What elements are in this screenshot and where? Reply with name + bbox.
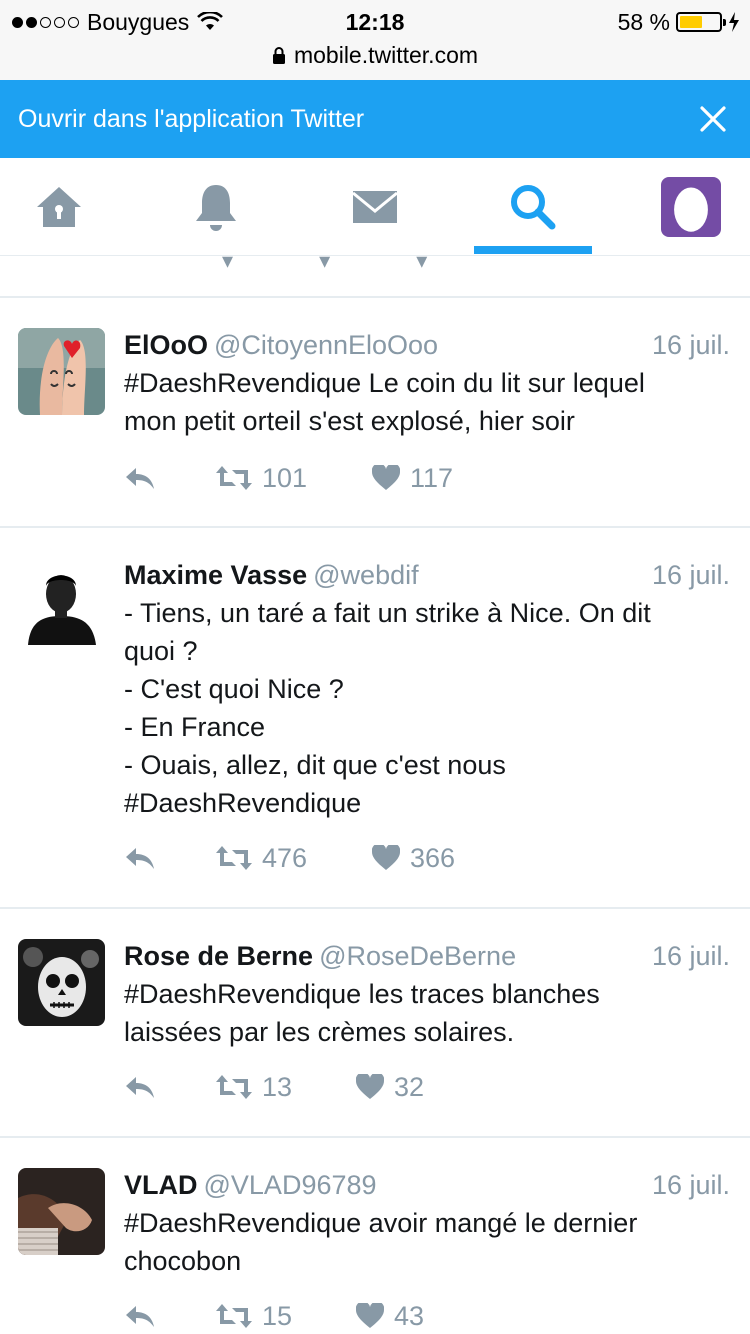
nav-search[interactable] [474, 158, 592, 256]
retweet-button[interactable]: 15 [216, 1298, 292, 1334]
user-handle[interactable]: @RoseDeBerne [319, 941, 516, 971]
tweet-date[interactable]: 16 juil. [652, 1168, 730, 1202]
user-name[interactable]: Maxime Vasse [124, 560, 307, 590]
charging-bolt-icon [729, 12, 739, 32]
avatar[interactable] [18, 1168, 105, 1255]
heart-icon [372, 465, 400, 490]
retweet-icon [216, 1304, 252, 1328]
like-button[interactable]: 32 [356, 1069, 424, 1105]
open-in-app-link[interactable]: Ouvrir dans l'application Twitter [18, 80, 364, 158]
user-name[interactable]: Rose de Berne [124, 941, 313, 971]
tweet[interactable]: Rose de Berne @RoseDeBerne 16 juil. #Daes… [0, 909, 750, 1138]
reply-button[interactable] [124, 840, 156, 876]
retweet-button[interactable]: 101 [216, 460, 307, 496]
tweet-text: #DaeshRevendique les traces blanches lai… [124, 979, 600, 1047]
nav-notifications[interactable] [157, 158, 275, 256]
nav-home[interactable] [0, 158, 118, 256]
nav-profile[interactable] [632, 158, 750, 256]
reply-button[interactable] [124, 1069, 156, 1105]
timeline[interactable]: ▾ ▾ ▾ ElOoO @CitoyennEloOoo 16 juil. #Dae… [0, 256, 750, 1334]
battery-percent: 58 % [617, 8, 670, 35]
user-handle[interactable]: @CitoyennEloOoo [214, 330, 438, 360]
reply-icon [126, 1306, 154, 1327]
tweet-text: #DaeshRevendique Le coin du lit sur lequ… [124, 368, 645, 436]
tweet[interactable]: VLAD @VLAD96789 16 juil. #DaeshRevendique… [0, 1138, 750, 1334]
retweet-count: 15 [262, 1300, 293, 1331]
reply-icon [126, 1077, 154, 1098]
battery-icon [676, 12, 726, 32]
retweet-button[interactable]: 476 [216, 840, 307, 876]
home-icon [37, 187, 81, 227]
retweet-count: 476 [262, 842, 308, 873]
tweet-text: - Tiens, un taré a fait un strike à Nice… [124, 598, 651, 818]
avatar[interactable] [18, 939, 105, 1026]
user-name[interactable]: VLAD [124, 1170, 198, 1200]
heart-icon [372, 845, 400, 870]
reply-button[interactable] [124, 1298, 156, 1334]
top-navigation [0, 158, 750, 256]
reply-icon [126, 848, 154, 869]
like-button[interactable]: 366 [372, 840, 455, 876]
heart-icon [356, 1074, 384, 1099]
search-icon [511, 185, 556, 230]
profile-egg-icon [674, 187, 708, 232]
user-name[interactable]: ElOoO [124, 330, 208, 360]
retweet-icon [216, 846, 252, 870]
user-handle[interactable]: @VLAD96789 [204, 1170, 377, 1200]
retweet-icon [216, 466, 252, 490]
like-count: 117 [410, 462, 454, 493]
retweet-icon [216, 1075, 252, 1099]
status-bar: Bouygues 12:18 58 % mobile.twitter.com [0, 0, 750, 80]
previous-tweet-fragment: ▾ ▾ ▾ [0, 256, 750, 298]
url-text: mobile.twitter.com [293, 41, 479, 68]
like-count: 366 [410, 842, 456, 873]
reply-icon [126, 468, 154, 489]
avatar[interactable] [18, 328, 105, 415]
retweet-count: 101 [262, 462, 308, 493]
nav-messages[interactable] [316, 158, 434, 256]
tweet-date[interactable]: 16 juil. [652, 558, 730, 592]
tweet[interactable]: Maxime Vasse @webdif 16 juil. - Tiens, un… [0, 528, 750, 909]
reply-button[interactable] [124, 460, 156, 496]
messages-envelope-icon [352, 191, 398, 223]
address-bar[interactable]: mobile.twitter.com [0, 40, 750, 70]
like-count: 43 [394, 1300, 425, 1331]
tweet-date[interactable]: 16 juil. [652, 939, 730, 973]
tweet-date[interactable]: 16 juil. [652, 328, 730, 362]
like-button[interactable]: 43 [356, 1298, 424, 1334]
lock-icon [272, 47, 285, 64]
notifications-bell-icon [196, 185, 236, 231]
tweet-text: #DaeshRevendique avoir mangé le dernier … [124, 1208, 638, 1276]
retweet-count: 13 [262, 1071, 293, 1102]
retweet-button[interactable]: 13 [216, 1069, 292, 1105]
open-in-app-banner[interactable]: Ouvrir dans l'application Twitter [0, 80, 750, 158]
like-count: 32 [394, 1071, 425, 1102]
close-icon[interactable] [698, 104, 728, 134]
profile-avatar [661, 177, 721, 237]
like-button[interactable]: 117 [372, 460, 453, 496]
heart-icon [356, 1303, 384, 1328]
avatar[interactable] [18, 558, 105, 645]
tweet[interactable]: ElOoO @CitoyennEloOoo 16 juil. #DaeshReve… [0, 298, 750, 528]
user-handle[interactable]: @webdif [313, 560, 418, 590]
